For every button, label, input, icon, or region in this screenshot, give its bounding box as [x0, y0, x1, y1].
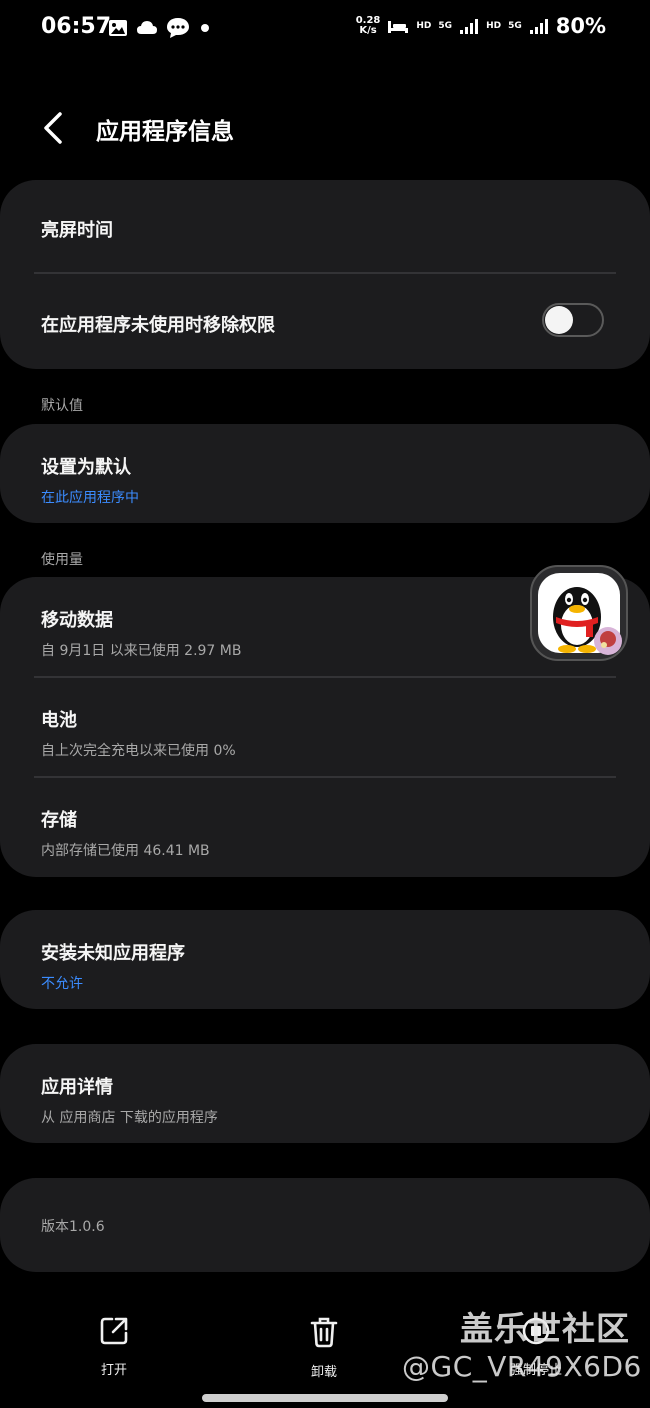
- network-speed: 0.28 K/s: [356, 16, 381, 36]
- storage-item[interactable]: 存储 内部存储已使用 46.41 MB: [41, 806, 609, 860]
- cloud-icon: [137, 21, 157, 34]
- mobile-data-item[interactable]: 移动数据 自 9月1日 以来已使用 2.97 MB: [41, 606, 609, 660]
- sleep-icon: [388, 21, 409, 33]
- uninstall-label: 卸载: [310, 1365, 337, 1380]
- app-details-label: 应用详情: [41, 1077, 113, 1098]
- open-label: 打开: [100, 1363, 127, 1378]
- gesture-handle[interactable]: [202, 1394, 448, 1402]
- floating-app-bubble[interactable]: [530, 565, 628, 661]
- toggle-knob: [545, 306, 573, 334]
- set-default-label: 设置为默认: [41, 457, 131, 478]
- uninstall-button[interactable]: 卸载: [279, 1315, 369, 1380]
- set-default-value: 在此应用程序中: [41, 490, 139, 506]
- page-title: 应用程序信息: [96, 119, 234, 145]
- battery-percent: 80%: [555, 14, 606, 38]
- storage-value: 内部存储已使用 46.41 MB: [41, 843, 210, 859]
- screen-time-item[interactable]: 亮屏时间: [41, 216, 609, 242]
- section-usage: 使用量: [41, 552, 83, 568]
- install-unknown-label: 安装未知应用程序: [41, 943, 185, 964]
- divider: [34, 676, 616, 678]
- storage-label: 存储: [41, 810, 77, 831]
- defaults-card: 设置为默认 在此应用程序中: [0, 424, 650, 523]
- app-details-card: 应用详情 从 应用商店 下载的应用程序: [0, 1044, 650, 1143]
- message-icon: [167, 18, 189, 38]
- battery-label: 电池: [41, 710, 77, 731]
- divider: [34, 272, 616, 274]
- dot-icon: [201, 24, 209, 32]
- mobile-data-value: 自 9月1日 以来已使用 2.97 MB: [41, 643, 242, 659]
- screen-time-label: 亮屏时间: [41, 220, 113, 241]
- set-default-item[interactable]: 设置为默认 在此应用程序中: [41, 453, 609, 507]
- hd-label-2: HD: [486, 21, 502, 31]
- notification-icons: [108, 17, 212, 39]
- speed-unit: K/s: [359, 25, 377, 36]
- permissions-card: 亮屏时间 在应用程序未使用时移除权限: [0, 180, 650, 369]
- remove-permissions-item[interactable]: 在应用程序未使用时移除权限: [41, 311, 520, 337]
- install-unknown-item[interactable]: 安装未知应用程序 不允许: [41, 939, 609, 993]
- section-defaults: 默认值: [41, 398, 83, 414]
- app-details-item[interactable]: 应用详情 从 应用商店 下载的应用程序: [41, 1073, 609, 1127]
- open-button[interactable]: 打开: [69, 1315, 159, 1378]
- app-bar: 应用程序信息: [0, 100, 650, 156]
- divider: [34, 776, 616, 778]
- qq-penguin-icon: [538, 573, 622, 655]
- signal-icon-1: [460, 19, 479, 34]
- network-5g-2: 5G: [508, 21, 522, 31]
- version-label: 版本1.0.6: [41, 1219, 105, 1235]
- battery-value: 自上次完全充电以来已使用 0%: [41, 743, 236, 759]
- trash-icon: [310, 1317, 338, 1348]
- app-details-value: 从 应用商店 下载的应用程序: [41, 1110, 218, 1126]
- watermark-user: @GC_VR49X6D6: [402, 1350, 642, 1383]
- status-bar: 06:57 0.28 K/s HD 5G HD 5G 80%: [0, 0, 650, 60]
- status-right: 0.28 K/s HD 5G HD 5G 80%: [356, 14, 606, 38]
- watermark-site: 盖乐世社区: [460, 1309, 630, 1348]
- image-icon: [109, 20, 127, 36]
- mobile-data-label: 移动数据: [41, 610, 113, 631]
- hd-label-1: HD: [416, 21, 432, 31]
- network-5g-1: 5G: [438, 21, 453, 31]
- status-time: 06:57: [41, 14, 112, 39]
- version-card: 版本1.0.6: [0, 1178, 650, 1272]
- remove-permissions-toggle[interactable]: [542, 303, 604, 337]
- signal-icon-2: [529, 19, 548, 34]
- install-unknown-card: 安装未知应用程序 不允许: [0, 910, 650, 1009]
- open-external-icon: [100, 1317, 128, 1345]
- remove-permissions-label: 在应用程序未使用时移除权限: [41, 315, 275, 336]
- back-arrow-icon[interactable]: [38, 108, 72, 148]
- version-item: 版本1.0.6: [41, 1216, 609, 1236]
- install-unknown-value: 不允许: [41, 976, 83, 992]
- battery-item[interactable]: 电池 自上次完全充电以来已使用 0%: [41, 706, 609, 760]
